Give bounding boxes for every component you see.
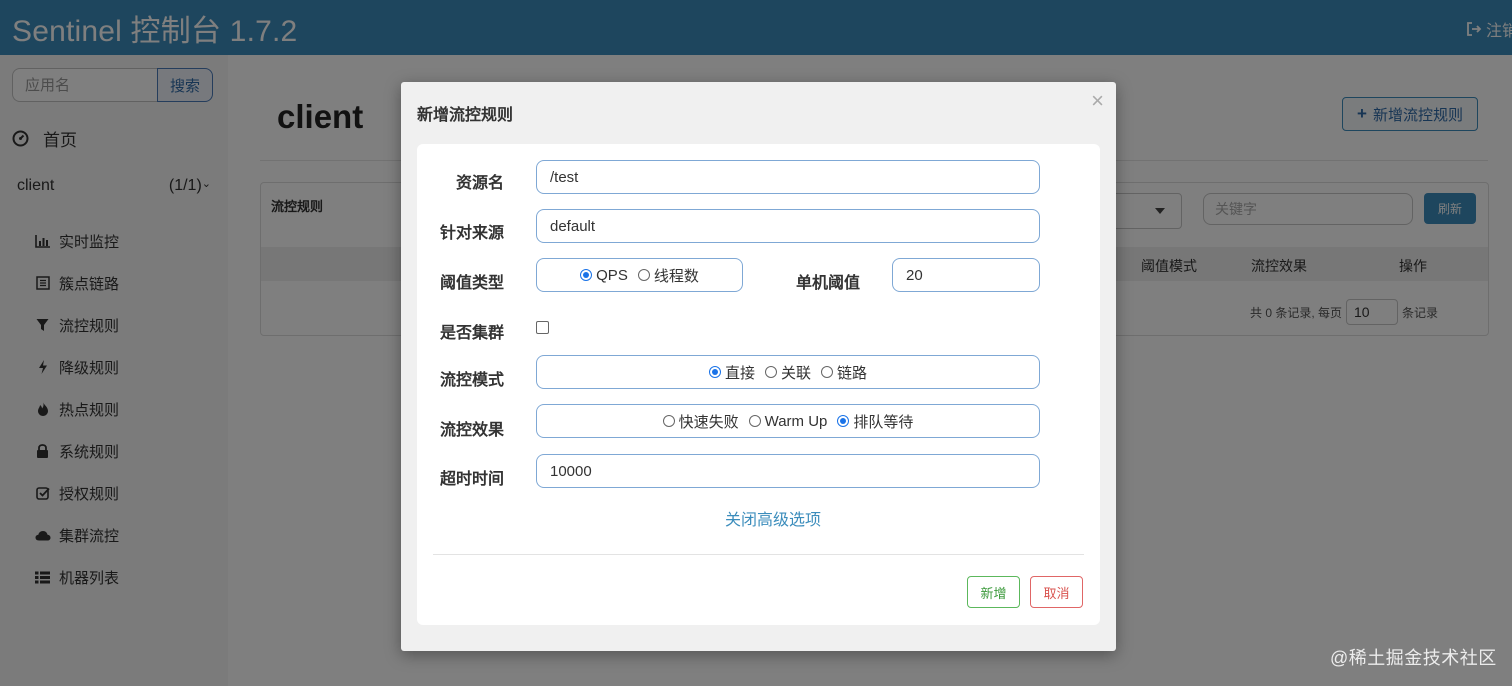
dialog-title: 新增流控规则 [417,107,514,124]
threshold-input[interactable] [892,258,1040,292]
flow-mode-direct-radio[interactable]: 直接 [708,362,755,383]
threshold-type-thread-radio[interactable]: 线程数 [637,265,699,286]
close-icon[interactable]: × [1091,88,1104,114]
cluster-label: 是否集群 [440,325,505,342]
radio-label: 快速失败 [678,413,739,431]
threshold-type-group: QPS 线程数 [536,258,743,292]
add-flow-rule-dialog: 新增流控规则 × 资源名 针对来源 阈值类型 QPS 线程数 单机阈值 是否集群… [401,82,1116,651]
origin-label: 针对来源 [440,225,505,242]
timeout-label: 超时时间 [440,471,505,488]
flow-mode-relate-radio[interactable]: 关联 [764,362,811,383]
radio-label: 链路 [837,364,868,382]
cancel-button[interactable]: 取消 [1030,576,1083,608]
flow-effect-label: 流控效果 [440,422,505,439]
rule-form: 资源名 针对来源 阈值类型 QPS 线程数 单机阈值 是否集群 流控模式 直接 … [417,144,1100,625]
radio-checked [837,415,850,427]
watermark: @稀土掘金技术社区 [1330,648,1497,668]
radio-unchecked [764,366,777,378]
flow-effect-group: 快速失败 Warm Up 排队等待 [536,404,1040,438]
threshold-type-qps-radio[interactable]: QPS [580,267,628,284]
radio-label: 直接 [724,364,755,382]
radio-label: QPS [596,266,628,284]
confirm-add-button[interactable]: 新增 [967,576,1020,608]
threshold-type-label: 阈值类型 [440,275,505,292]
radio-unchecked [821,366,833,378]
limit-origin-input[interactable] [536,209,1040,243]
radio-unchecked [637,269,650,281]
radio-checked [708,366,721,378]
radio-label: Warm Up [764,412,828,430]
divider [433,554,1084,555]
flow-effect-queue-radio[interactable]: 排队等待 [837,411,913,432]
flow-effect-warm-up-radio[interactable]: Warm Up [748,412,828,430]
flow-effect-fast-fail-radio[interactable]: 快速失败 [662,411,739,432]
threshold-label: 单机阈值 [796,275,861,292]
toggle-advanced-options-link[interactable]: 关闭高级选项 [725,506,821,530]
radio-checked [580,269,593,281]
resource-label: 资源名 [456,175,505,192]
flow-mode-chain-radio[interactable]: 链路 [821,362,867,383]
radio-label: 排队等待 [853,413,914,431]
flow-mode-label: 流控模式 [440,372,505,389]
radio-unchecked [748,415,761,427]
radio-unchecked [662,415,675,427]
radio-label: 线程数 [653,267,699,285]
cluster-mode-checkbox[interactable] [536,321,549,334]
resource-name-input[interactable] [536,160,1040,194]
radio-label: 关联 [780,364,811,382]
timeout-input[interactable] [536,454,1040,488]
flow-mode-group: 直接 关联 链路 [536,355,1040,389]
